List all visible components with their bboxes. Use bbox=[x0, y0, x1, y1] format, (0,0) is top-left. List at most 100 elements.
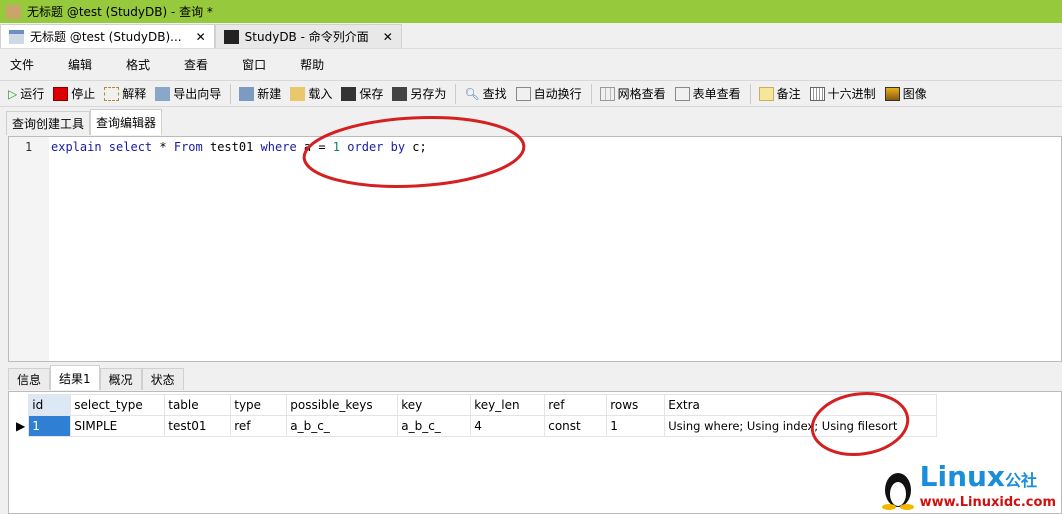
explain-icon bbox=[104, 86, 120, 101]
tab-label: StudyDB - 命令列介面 bbox=[244, 30, 369, 44]
play-icon: ▷ bbox=[8, 86, 18, 101]
save-icon bbox=[341, 86, 357, 101]
col-ref[interactable]: ref bbox=[544, 394, 608, 416]
label: 保存 bbox=[359, 87, 384, 101]
number: 1 bbox=[332, 140, 341, 154]
result-tabs: 信息 结果1 概况 状态 bbox=[8, 365, 184, 390]
label: 自动换行 bbox=[533, 87, 582, 101]
col-rows[interactable]: rows bbox=[606, 394, 666, 416]
cell-type[interactable]: ref bbox=[230, 415, 288, 437]
tab-profile[interactable]: 概况 bbox=[99, 368, 142, 390]
search-icon: 🔍︎ bbox=[464, 86, 480, 101]
label: 载入 bbox=[308, 87, 333, 101]
col-key-len[interactable]: key_len bbox=[470, 394, 546, 416]
tab-query-builder[interactable]: 查询创建工具 bbox=[6, 111, 91, 135]
col-extra[interactable]: Extra bbox=[664, 394, 938, 416]
document-tabs: 无标题 @test (StudyDB)... ✕ StudyDB - 命令列介面… bbox=[0, 23, 1062, 49]
text: c; bbox=[405, 140, 427, 154]
menu-bar: 文件 编辑 格式 查看 窗口 帮助 bbox=[0, 52, 348, 76]
col-type[interactable]: type bbox=[230, 394, 288, 416]
new-button[interactable]: 新建 bbox=[239, 85, 281, 102]
image-button[interactable]: 图像 bbox=[884, 85, 927, 102]
col-key[interactable]: key bbox=[397, 394, 472, 416]
text: * bbox=[152, 140, 174, 154]
menu-view[interactable]: 查看 bbox=[174, 56, 218, 73]
cell-select-type[interactable]: SIMPLE bbox=[70, 415, 166, 437]
export-icon bbox=[155, 86, 171, 101]
word-wrap-button[interactable]: 自动换行 bbox=[515, 85, 582, 102]
label: 停止 bbox=[71, 87, 96, 101]
keyword: explain select bbox=[51, 140, 153, 154]
run-button[interactable]: ▷ 运行 bbox=[8, 85, 44, 102]
cell-id[interactable]: 1 bbox=[28, 415, 72, 437]
col-possible-keys[interactable]: possible_keys bbox=[286, 394, 399, 416]
logo-suffix: 公社 bbox=[1005, 471, 1038, 490]
cell-key-len[interactable]: 4 bbox=[470, 415, 546, 437]
cell-table[interactable]: test01 bbox=[164, 415, 232, 437]
stop-icon bbox=[53, 86, 69, 101]
menu-format[interactable]: 格式 bbox=[116, 56, 160, 73]
menu-window[interactable]: 窗口 bbox=[232, 56, 276, 73]
cell-extra[interactable]: Using where; Using index; Using filesort bbox=[664, 415, 938, 437]
tab-query[interactable]: 无标题 @test (StudyDB)... ✕ bbox=[0, 24, 215, 48]
col-select-type[interactable]: select_type bbox=[70, 394, 166, 416]
note-button[interactable]: 备注 bbox=[758, 85, 801, 102]
header-row: id select_type table type possible_keys … bbox=[13, 394, 938, 416]
close-icon[interactable]: ✕ bbox=[383, 30, 393, 44]
grid-view-button[interactable]: 网格查看 bbox=[599, 85, 666, 102]
tab-console[interactable]: StudyDB - 命令列介面 ✕ bbox=[214, 24, 402, 48]
find-button[interactable]: 🔍︎ 查找 bbox=[464, 85, 506, 102]
title-bar: 无标题 @test (StudyDB) - 查询 * bbox=[0, 0, 1062, 23]
logo-url: www.Linuxidc.com bbox=[919, 495, 1056, 510]
cell-key[interactable]: a_b_c_ bbox=[397, 415, 472, 437]
separator bbox=[455, 83, 457, 104]
tab-label: 无标题 @test (StudyDB)... bbox=[30, 30, 182, 44]
tab-info[interactable]: 信息 bbox=[8, 368, 51, 390]
editor-mode-tabs: 查询创建工具 查询编辑器 bbox=[6, 109, 163, 135]
logo-text: Linux公社 www.Linuxidc.com bbox=[919, 460, 1056, 511]
cell-rows[interactable]: 1 bbox=[606, 415, 666, 437]
menu-edit[interactable]: 编辑 bbox=[58, 56, 102, 73]
save-button[interactable]: 保存 bbox=[341, 85, 383, 102]
grid-icon bbox=[599, 86, 615, 101]
window-title: 无标题 @test (StudyDB) - 查询 * bbox=[27, 5, 213, 19]
form-view-button[interactable]: 表单查看 bbox=[674, 85, 741, 102]
label: 备注 bbox=[776, 87, 801, 101]
label: 十六进制 bbox=[827, 87, 876, 101]
label: 解释 bbox=[122, 87, 147, 101]
sql-code[interactable]: explain select * From test01 where a = 1… bbox=[51, 140, 427, 154]
save-as-button[interactable]: 另存为 bbox=[392, 85, 446, 102]
menu-help[interactable]: 帮助 bbox=[290, 56, 334, 73]
logo-name: Linux bbox=[919, 460, 1005, 493]
tab-result1[interactable]: 结果1 bbox=[50, 365, 100, 390]
keyword: order by bbox=[347, 140, 406, 154]
save-as-icon bbox=[392, 86, 408, 101]
tab-query-editor[interactable]: 查询编辑器 bbox=[90, 109, 163, 135]
app-icon bbox=[6, 4, 21, 19]
cell-ref[interactable]: const bbox=[544, 415, 608, 437]
indicator-header bbox=[13, 395, 29, 416]
explain-button[interactable]: 解释 bbox=[104, 85, 146, 102]
stop-button[interactable]: 停止 bbox=[53, 85, 95, 102]
tab-status[interactable]: 状态 bbox=[141, 368, 184, 390]
toolbar: ▷ 运行 停止 解释 导出向导 新建 载入 保存 另存为 🔍︎ 查找 自动换行 网格… bbox=[0, 80, 1062, 107]
col-id[interactable]: id bbox=[28, 394, 72, 416]
load-button[interactable]: 载入 bbox=[290, 85, 332, 102]
close-icon[interactable]: ✕ bbox=[196, 30, 206, 44]
menu-file[interactable]: 文件 bbox=[0, 56, 44, 73]
cell-possible-keys[interactable]: a_b_c_ bbox=[286, 415, 399, 437]
sql-editor[interactable]: 1 explain select * From test01 where a =… bbox=[8, 136, 1062, 362]
note-icon bbox=[758, 86, 774, 101]
line-number: 1 bbox=[25, 140, 33, 154]
hex-button[interactable]: 十六进制 bbox=[809, 85, 876, 102]
export-wizard-button[interactable]: 导出向导 bbox=[155, 85, 221, 102]
terminal-icon bbox=[223, 29, 239, 44]
col-table[interactable]: table bbox=[164, 394, 232, 416]
text: a = bbox=[296, 140, 333, 154]
label: 新建 bbox=[257, 87, 282, 101]
label: 运行 bbox=[20, 87, 45, 101]
watermark-logo: Linux公社 www.Linuxidc.com bbox=[880, 463, 1056, 510]
table-row[interactable]: ▶ 1 SIMPLE test01 ref a_b_c_ a_b_c_ 4 co… bbox=[13, 415, 938, 437]
folder-icon bbox=[290, 86, 306, 101]
table-icon bbox=[9, 29, 24, 44]
